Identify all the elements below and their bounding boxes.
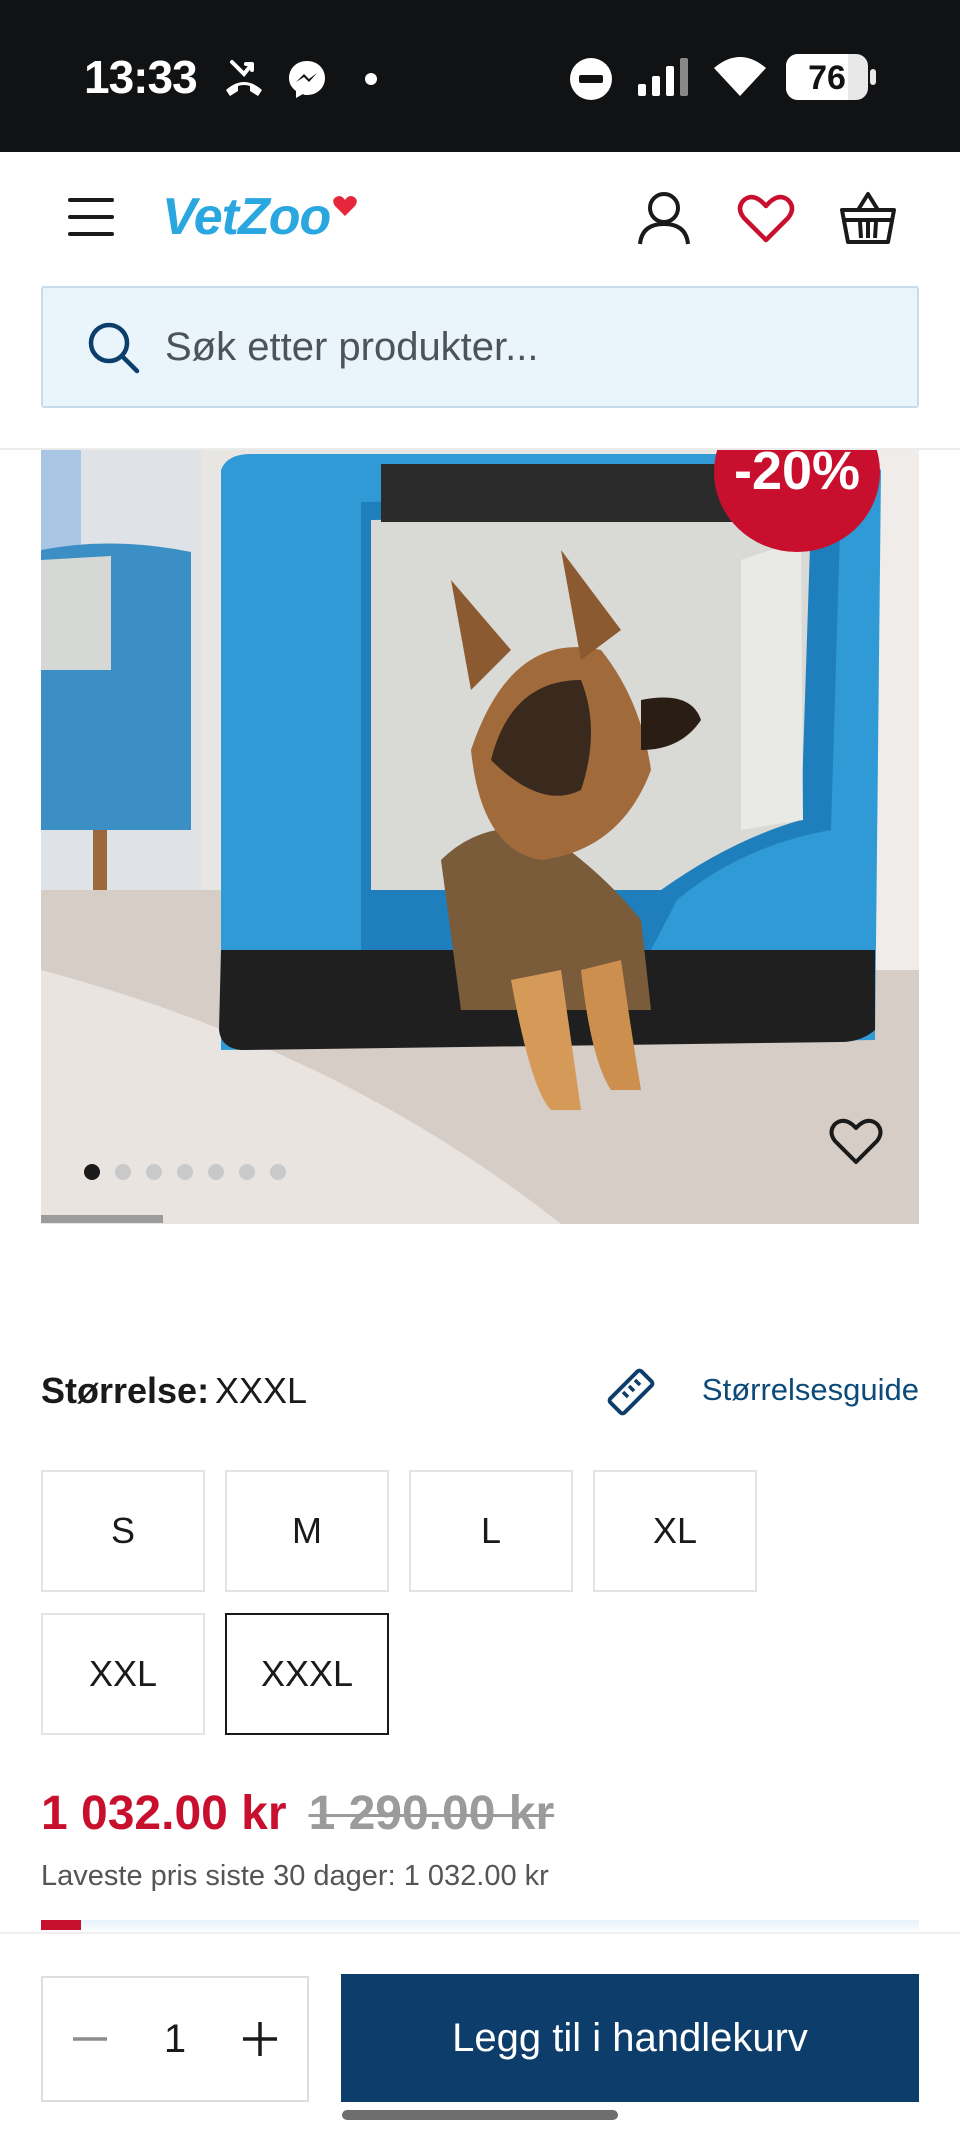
basket-icon[interactable] (838, 188, 898, 248)
product-photo (41, 450, 919, 1224)
decrease-quantity-button[interactable] (67, 2016, 113, 2062)
carousel-dot[interactable] (177, 1164, 193, 1180)
content-strip-accent (41, 1920, 81, 1930)
size-option-s[interactable]: S (41, 1470, 205, 1592)
size-option-xxl[interactable]: XXL (41, 1613, 205, 1735)
image-scroll-indicator (41, 1215, 163, 1223)
size-option-xxxl[interactable]: XXXL (225, 1613, 389, 1735)
logo-heart-icon (333, 196, 358, 216)
old-price: 1 290.00 kr (308, 1787, 555, 1840)
size-option-m[interactable]: M (225, 1470, 389, 1592)
search-input[interactable] (165, 324, 845, 370)
image-carousel-dots[interactable] (84, 1164, 286, 1180)
battery-icon: 76 (786, 54, 876, 100)
messenger-icon (289, 61, 325, 98)
size-label: Størrelse: (41, 1370, 210, 1411)
carousel-dot[interactable] (115, 1164, 131, 1180)
add-to-cart-bar: 1 Legg til i handlekurv (0, 1932, 960, 2142)
size-selector-header: Størrelse: XXXL Størrelsesguide (41, 1366, 919, 1422)
size-option-l[interactable]: L (409, 1470, 573, 1592)
carousel-dot[interactable] (146, 1164, 162, 1180)
plus-icon (243, 2022, 277, 2056)
size-guide-link[interactable]: Størrelsesguide (702, 1372, 919, 1408)
site-header: VetZoo (0, 152, 960, 284)
status-time: 13:33 (84, 51, 198, 103)
favorite-heart-icon[interactable] (828, 1116, 884, 1166)
account-icon[interactable] (634, 188, 694, 248)
logo-text: VetZoo (162, 188, 331, 246)
lowest-price-info: Laveste pris siste 30 dager: 1 032.00 kr (41, 1860, 549, 1892)
carousel-dot[interactable] (270, 1164, 286, 1180)
increase-quantity-button[interactable] (237, 2016, 283, 2062)
vetzoo-logo[interactable]: VetZoo (162, 182, 358, 252)
product-image[interactable]: -20% (41, 450, 919, 1224)
price-row: 1 032.00 kr 1 290.00 kr (41, 1786, 554, 1841)
search-bar[interactable] (41, 286, 919, 408)
do-not-disturb-icon (570, 58, 612, 100)
signal-icon (638, 58, 688, 96)
wifi-icon (714, 57, 766, 96)
carousel-dot[interactable] (84, 1164, 100, 1180)
missed-call-icon (226, 60, 262, 96)
carousel-dot[interactable] (208, 1164, 224, 1180)
minus-icon (73, 2037, 107, 2041)
carousel-dot[interactable] (239, 1164, 255, 1180)
ruler-icon[interactable] (603, 1364, 659, 1420)
home-indicator[interactable] (342, 2110, 618, 2120)
heart-icon[interactable] (736, 188, 796, 248)
current-price: 1 032.00 kr (41, 1787, 287, 1840)
add-to-cart-button[interactable]: Legg til i handlekurv (341, 1974, 919, 2102)
discount-text: -20% (733, 450, 861, 501)
size-option-xl[interactable]: XL (593, 1470, 757, 1592)
quantity-value[interactable]: 1 (164, 2017, 186, 2062)
battery-level: 76 (808, 59, 846, 97)
quantity-stepper: 1 (41, 1976, 309, 2102)
selected-size-value: XXXL (215, 1370, 308, 1411)
search-icon (88, 322, 140, 374)
menu-icon[interactable] (66, 194, 116, 240)
dot-icon (365, 73, 377, 85)
status-bar: 13:33 76 (0, 0, 960, 152)
